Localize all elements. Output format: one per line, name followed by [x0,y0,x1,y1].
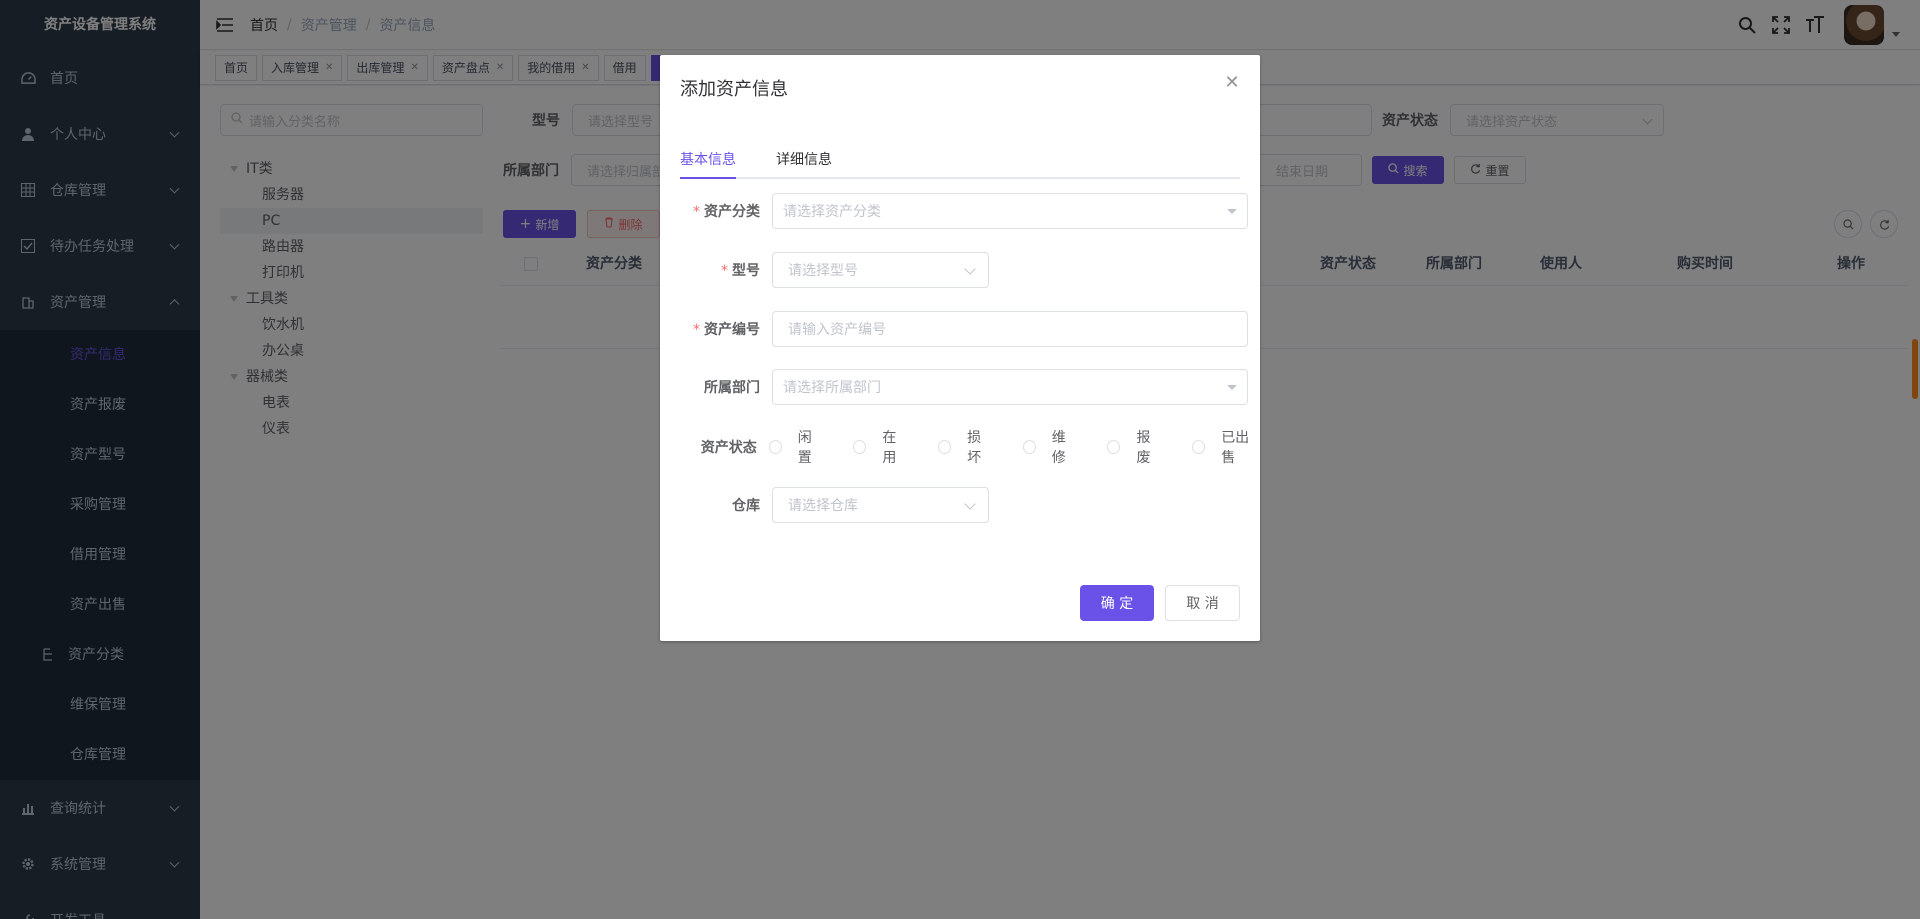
field-dept: 所属部门 请选择所属部门 [680,369,1248,405]
close-icon[interactable]: ✕ [1224,74,1240,92]
category-select[interactable]: 请选择资产分类 [772,193,1248,229]
placeholder-text: 请选择仓库 [788,498,858,514]
radio-circle[interactable] [938,440,952,454]
active-tab-indicator [680,177,736,179]
field-label: * 资产分类 [680,201,772,221]
field-label: 仓库 [680,495,772,515]
label-text: 所属部门 [704,380,760,396]
model-select[interactable]: 请选择型号 [772,252,989,288]
radio-circle[interactable] [1022,440,1036,454]
field-label: * 型号 [680,260,772,280]
label-text: 仓库 [732,498,760,514]
radio-label: 报废 [1136,430,1151,466]
radio-circle[interactable] [768,440,782,454]
field-label: 资产状态 [680,437,769,457]
asset-code-input[interactable]: 请输入资产编号 [772,311,1248,347]
radio-circle[interactable] [1192,440,1206,454]
label-text: 资产状态 [700,440,757,456]
radio-label: 闲置 [797,430,812,466]
cancel-button[interactable]: 取 消 [1165,585,1240,621]
status-radio-option[interactable]: 维修 [1022,427,1078,467]
field-category: * 资产分类 请选择资产分类 [680,193,1248,229]
caret-down-icon [1227,385,1237,390]
radio-label: 已出售 [1221,430,1250,466]
required-mark: * [721,263,728,279]
placeholder-text: 请选择型号 [788,263,858,279]
dialog-tabs: 基本信息 详细信息 [680,143,1240,179]
dialog-title: 添加资产信息 [680,79,788,100]
label-text: 资产分类 [704,204,760,220]
status-radio-option[interactable]: 损坏 [938,427,993,467]
tab-detail-info[interactable]: 详细信息 [776,143,832,177]
chevron-down-icon [964,263,976,275]
field-model: * 型号 请选择型号 [680,252,989,288]
status-radio-option[interactable]: 在用 [853,427,908,467]
confirm-button[interactable]: 确 定 [1080,585,1154,621]
required-mark: * [693,322,700,338]
radio-circle[interactable] [853,440,867,454]
placeholder-text: 请输入资产编号 [788,322,886,338]
radio-label: 损坏 [967,430,982,466]
dept-select[interactable]: 请选择所属部门 [772,369,1248,405]
field-label: * 资产编号 [680,319,772,339]
caret-down-icon [1227,209,1237,214]
field-status: 资产状态 闲置 在用 损坏 维修 报废 已出售 [680,427,1260,467]
field-warehouse: 仓库 请选择仓库 [680,487,989,523]
field-label: 所属部门 [680,377,772,397]
status-radio-option[interactable]: 闲置 [768,427,824,467]
required-mark: * [693,204,700,220]
status-radio-option[interactable]: 报废 [1107,427,1162,467]
tab-basic-info[interactable]: 基本信息 [680,143,736,177]
radio-circle[interactable] [1107,440,1121,454]
placeholder-text: 请选择资产分类 [783,204,881,220]
radio-label: 维修 [1051,430,1066,466]
label-text: 型号 [732,263,760,279]
add-asset-dialog: 添加资产信息 ✕ 基本信息 详细信息 * 资产分类 请选择资产分类 * 型号 请选择… [660,55,1260,641]
field-code: * 资产编号 请输入资产编号 [680,311,1248,347]
warehouse-select[interactable]: 请选择仓库 [772,487,989,523]
status-radio-group: 闲置 在用 损坏 维修 报废 已出售 [768,427,1260,467]
placeholder-text: 请选择所属部门 [783,380,881,396]
label-text: 资产编号 [704,322,760,338]
radio-label: 在用 [882,430,897,466]
status-radio-option[interactable]: 已出售 [1192,427,1260,467]
chevron-down-icon [964,498,976,510]
